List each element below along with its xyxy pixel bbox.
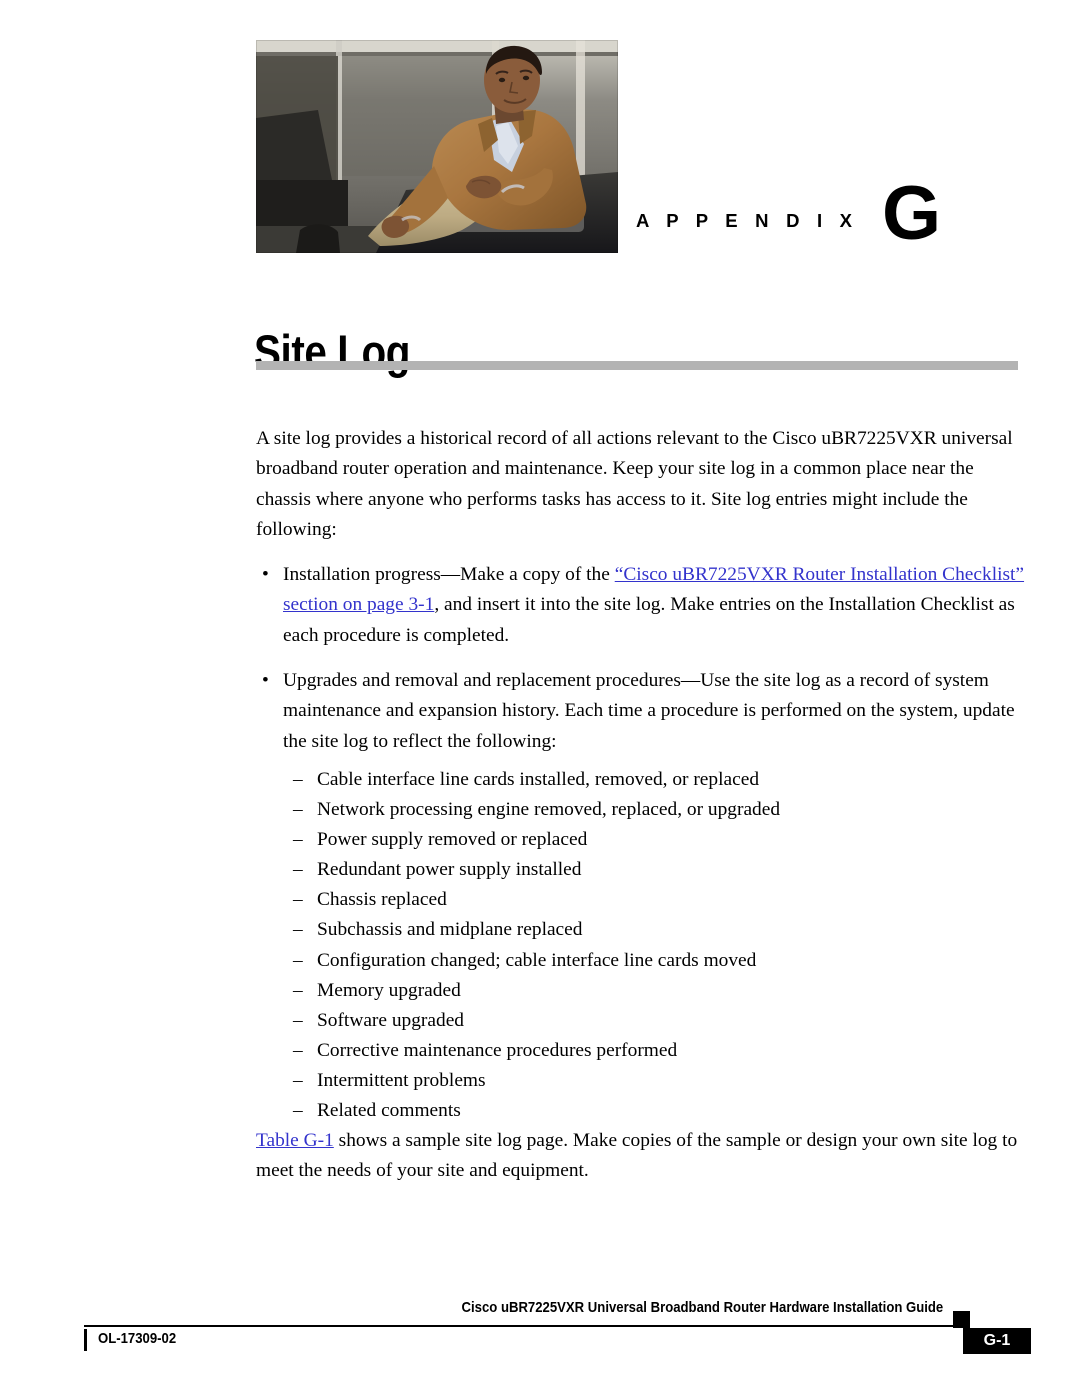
list-item: – Cable interface line cards installed, … [283,765,1028,795]
list-item: • Installation progress—Make a copy of t… [256,560,1028,651]
appendix-opener-photo [256,40,618,253]
list-item: – Chassis replaced [283,885,1028,915]
list-item: – Configuration changed; cable interface… [283,946,1028,976]
list-item: – Corrective maintenance procedures perf… [283,1036,1028,1066]
list-item: – Memory upgraded [283,976,1028,1006]
dash-text: Cable interface line cards installed, re… [317,768,760,790]
appendix-opener: A P P E N D I X G [0,0,1080,270]
footer-square-marker [953,1311,970,1328]
dash-text: Subchassis and midplane replaced [317,919,583,941]
dash-marker: – [293,919,303,941]
footer-divider [84,1325,961,1327]
dash-marker: – [293,829,303,851]
bullet-text-lead: Upgrades and removal and replacement pro… [283,670,1015,752]
dash-marker: – [293,949,303,971]
link-table-g-1[interactable]: Table G-1 [256,1130,334,1151]
appendix-label: A P P E N D I X [636,210,859,231]
list-item: – Intermittent problems [283,1066,1028,1096]
dash-text: Network processing engine removed, repla… [317,799,781,821]
dash-text: Intermittent problems [317,1069,486,1091]
footer-page-number: G-1 [983,1332,1011,1349]
bullet-list: • Installation progress—Make a copy of t… [256,560,1028,1126]
dash-text: Corrective maintenance procedures perfor… [317,1039,678,1061]
dash-marker: – [293,889,303,911]
dash-text: Chassis replaced [317,889,447,911]
dash-text: Redundant power supply installed [317,859,582,881]
footer-document-title: Cisco uBR7225VXR Universal Broadband Rou… [461,1300,943,1316]
bullet-marker: • [262,670,269,692]
dash-list: – Cable interface line cards installed, … [283,765,1028,1126]
bullet-text-lead: Installation progress—Make a copy of the [283,564,615,586]
list-item: – Power supply removed or replaced [283,825,1028,855]
title-divider [256,361,1018,370]
list-item: – Related comments [283,1096,1028,1126]
document-body: A site log provides a historical record … [256,424,1028,1187]
closing-paragraph: Table G-1 shows a sample site log page. … [256,1126,1041,1187]
list-item: – Software upgraded [283,1006,1028,1036]
dash-marker: – [293,979,303,1001]
list-item: – Redundant power supply installed [283,855,1028,885]
dash-text: Configuration changed; cable interface l… [317,949,757,971]
dash-text: Memory upgraded [317,979,461,1001]
list-item: – Subchassis and midplane replaced [283,915,1028,945]
dash-text: Related comments [317,1100,461,1121]
dash-marker: – [293,1009,303,1031]
dash-text: Power supply removed or replaced [317,829,588,851]
closing-text: shows a sample site log page. Make copie… [256,1130,1018,1182]
list-item: – Network processing engine removed, rep… [283,795,1028,825]
dash-marker: – [293,859,303,881]
page-footer: Cisco uBR7225VXR Universal Broadband Rou… [0,1300,1080,1370]
dash-marker: – [293,1039,303,1061]
dash-text: Software upgraded [317,1009,464,1031]
dash-marker: – [293,768,303,790]
dash-marker: – [293,1100,303,1121]
dash-marker: – [293,1069,303,1091]
list-item: • Upgrades and removal and replacement p… [256,666,1028,1126]
appendix-letter: G [882,171,941,256]
dash-marker: – [293,799,303,821]
footer-document-id: OL-17309-02 [98,1331,177,1347]
intro-paragraph: A site log provides a historical record … [256,428,1013,540]
bullet-marker: • [262,564,269,586]
footer-tick-mark [84,1329,87,1351]
